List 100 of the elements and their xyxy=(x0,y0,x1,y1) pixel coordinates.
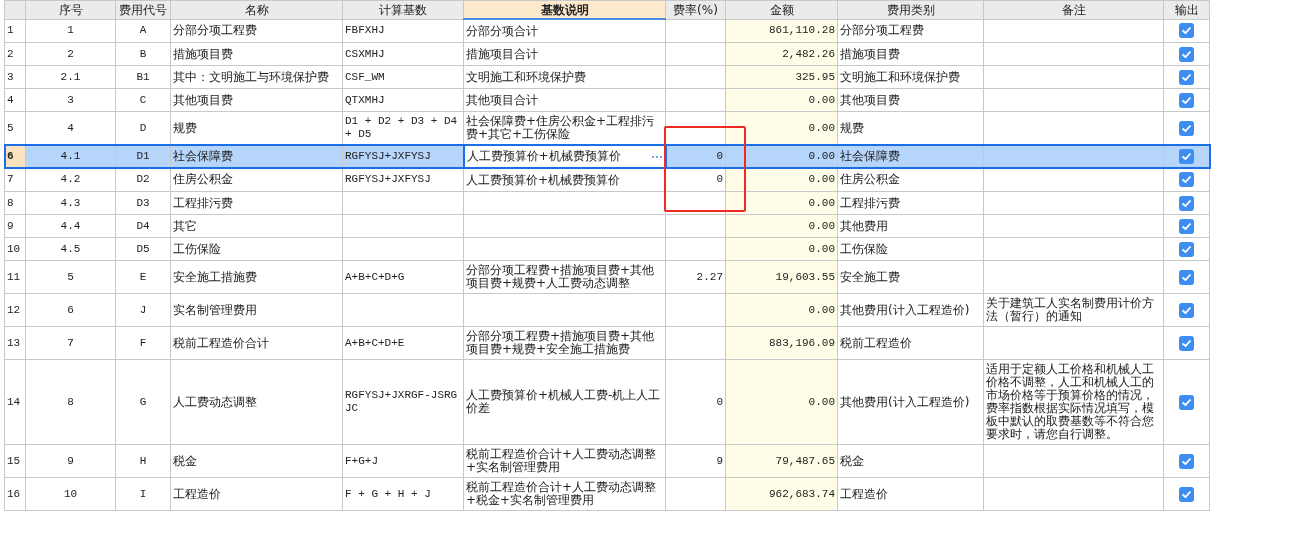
table-cell: 其他费用(计入工程造价) xyxy=(837,293,984,327)
column-header[interactable]: 基数说明 xyxy=(463,0,666,19)
table-cell: 税前工程造价合计+人工费动态调整+税金+实名制管理费用 xyxy=(463,477,666,511)
row-number[interactable]: 12 xyxy=(4,293,26,327)
checkbox[interactable] xyxy=(1179,120,1194,136)
row-number[interactable]: 11 xyxy=(4,260,26,294)
checkbox[interactable] xyxy=(1179,486,1194,502)
table-cell: F+G+J xyxy=(342,444,464,478)
more-icon[interactable] xyxy=(650,154,663,159)
input-field[interactable]: 人工费预算价+机械费预算价 xyxy=(463,145,666,168)
checkbox[interactable] xyxy=(1179,241,1194,257)
table-cell: 2 xyxy=(25,42,116,66)
table-cell: I xyxy=(115,477,171,511)
checkbox[interactable] xyxy=(1179,453,1194,469)
checkbox[interactable] xyxy=(1179,218,1194,234)
table-cell: 税金 xyxy=(170,444,343,478)
table-cell: 4.3 xyxy=(25,191,116,215)
row-number[interactable]: 7 xyxy=(4,168,26,192)
column-header[interactable]: 计算基数 xyxy=(342,0,464,19)
row-number[interactable]: 13 xyxy=(4,326,26,360)
column-header[interactable]: 序号 xyxy=(25,0,116,19)
table-cell: 其他项目费 xyxy=(837,88,984,112)
table-cell: A+B+C+D+E xyxy=(342,326,464,360)
row-number[interactable]: 4 xyxy=(4,88,26,112)
table-cell: 住房公积金 xyxy=(170,168,343,192)
checkbox[interactable] xyxy=(1179,149,1194,164)
table-cell: 措施项目费 xyxy=(170,42,343,66)
table-cell: QTXMHJ xyxy=(342,88,464,112)
table-cell: 3 xyxy=(25,88,116,112)
row-number[interactable]: 9 xyxy=(4,214,26,238)
row-number[interactable]: 1 xyxy=(4,19,26,43)
row-number[interactable]: 16 xyxy=(4,477,26,511)
row-number[interactable]: 10 xyxy=(4,237,26,261)
column-header[interactable]: 费率(%) xyxy=(665,0,726,19)
table-cell: 工程排污费 xyxy=(837,191,984,215)
column-header[interactable]: 费用代号 xyxy=(115,0,171,19)
table-cell: 分部分项工程费 xyxy=(170,19,343,43)
row-number[interactable]: 15 xyxy=(4,444,26,478)
column-header[interactable]: 输出 xyxy=(1163,0,1210,19)
checkbox[interactable] xyxy=(1179,23,1194,39)
table-cell: D3 xyxy=(115,191,171,215)
table-cell: 9 xyxy=(25,444,116,478)
table-cell: 0.00 xyxy=(725,293,838,327)
row-number[interactable]: 5 xyxy=(4,111,26,145)
table-cell: D4 xyxy=(115,214,171,238)
table-cell: F + G + H + J xyxy=(342,477,464,511)
checkbox[interactable] xyxy=(1179,92,1194,108)
table-cell: 措施项目合计 xyxy=(463,42,666,66)
table-cell: 其中：文明施工与环境保护费 xyxy=(170,65,343,89)
table-cell: H xyxy=(115,444,171,478)
table-cell: 其他项目费 xyxy=(170,88,343,112)
column-header[interactable]: 名称 xyxy=(170,0,343,19)
checkbox[interactable] xyxy=(1179,302,1194,318)
column-header[interactable]: 费用类别 xyxy=(837,0,984,19)
table-cell: 0.00 xyxy=(725,359,838,445)
table-cell: B xyxy=(115,42,171,66)
checkbox[interactable] xyxy=(1179,335,1194,351)
table-cell: 工伤保险 xyxy=(837,237,984,261)
table-cell: 其他项目合计 xyxy=(463,88,666,112)
table-cell: 其它 xyxy=(170,214,343,238)
table-cell: G xyxy=(115,359,171,445)
table-cell: CSXMHJ xyxy=(342,42,464,66)
table-cell: A+B+C+D+G xyxy=(342,260,464,294)
checkbox[interactable] xyxy=(1179,69,1194,85)
table-cell: A xyxy=(115,19,171,43)
table-cell: 0.00 xyxy=(725,237,838,261)
row-number[interactable]: 8 xyxy=(4,191,26,215)
table-cell: 工程造价 xyxy=(837,477,984,511)
table-cell: 税前工程造价合计 xyxy=(170,326,343,360)
row-number[interactable]: 14 xyxy=(4,359,26,445)
table-cell: 分部分项工程费 xyxy=(837,19,984,43)
table-cell: 4.4 xyxy=(25,214,116,238)
table-cell: 安全施工措施费 xyxy=(170,260,343,294)
table-cell: 工程造价 xyxy=(170,477,343,511)
table-cell: C xyxy=(115,88,171,112)
table-cell: 工伤保险 xyxy=(170,237,343,261)
row-number[interactable]: 3 xyxy=(4,65,26,89)
table-cell: 0.00 xyxy=(725,214,838,238)
checkbox[interactable] xyxy=(1179,394,1194,410)
checkbox[interactable] xyxy=(1179,195,1194,211)
table-cell: 0 xyxy=(665,168,726,192)
table-cell: 实名制管理费用 xyxy=(170,293,343,327)
table-cell: D5 xyxy=(115,237,171,261)
table-cell: 税金 xyxy=(837,444,984,478)
checkbox[interactable] xyxy=(1179,46,1194,62)
checkbox[interactable] xyxy=(1179,172,1194,188)
column-header[interactable]: 金额 xyxy=(725,0,838,19)
column-header[interactable]: 备注 xyxy=(983,0,1164,19)
table-cell: 6 xyxy=(25,293,116,327)
table-cell: 861,110.28 xyxy=(725,19,838,43)
table-cell: 社会保障费 xyxy=(837,145,984,168)
table-cell: 2,482.26 xyxy=(725,42,838,66)
table-cell: 税前工程造价合计+人工费动态调整+实名制管理费用 xyxy=(463,444,666,478)
row-number[interactable]: 2 xyxy=(4,42,26,66)
row-number[interactable]: 6 xyxy=(4,145,26,168)
table-cell: E xyxy=(115,260,171,294)
checkbox[interactable] xyxy=(1179,269,1194,285)
table-cell: 325.95 xyxy=(725,65,838,89)
table-cell: 0.00 xyxy=(725,111,838,145)
table-cell: 人工费预算价+机械人工费-机上人工价差 xyxy=(463,359,666,445)
